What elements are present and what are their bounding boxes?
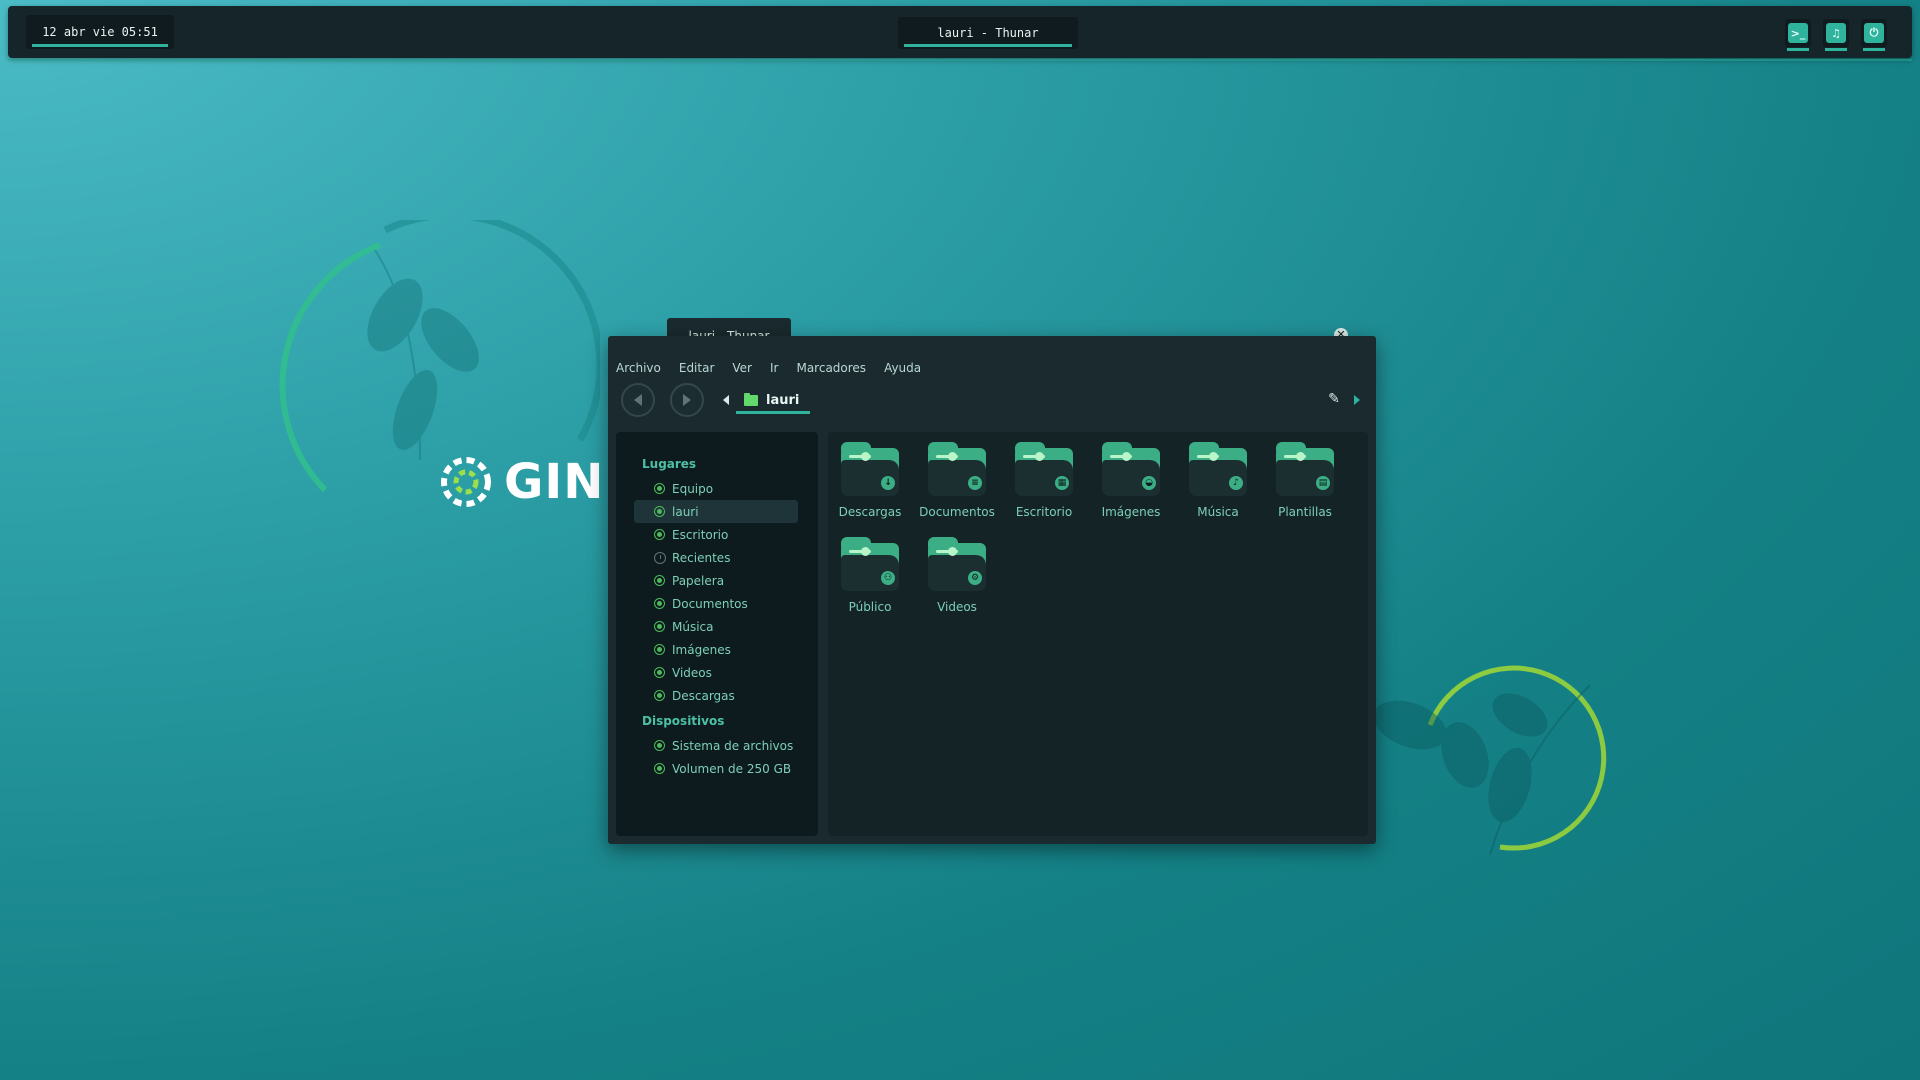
drive-icon bbox=[654, 740, 665, 751]
folder-label: Videos bbox=[937, 600, 977, 614]
trash-icon bbox=[654, 575, 665, 586]
sidebar-item-label: Documentos bbox=[672, 596, 748, 611]
sidebar-item-label: lauri bbox=[672, 504, 699, 519]
sidebar-item-equipo[interactable]: Equipo bbox=[616, 477, 818, 500]
path-scroll-left-icon[interactable] bbox=[723, 395, 729, 405]
clock-icon bbox=[654, 551, 666, 564]
folder-downloads-icon: ↓ bbox=[839, 442, 901, 496]
folder-item[interactable]: ◒ Imágenes bbox=[1091, 442, 1171, 519]
sidebar-item-descargas[interactable]: Descargas bbox=[616, 684, 818, 707]
sidebar-item-label: Recientes bbox=[672, 550, 731, 565]
menu-archivo[interactable]: Archivo bbox=[616, 358, 669, 378]
sidebar-item-label: Papelera bbox=[672, 573, 725, 588]
folder-public-icon: ⚇ bbox=[839, 537, 901, 591]
sidebar-item-filesystem[interactable]: Sistema de archivos bbox=[616, 734, 818, 757]
music-icon: ♫ bbox=[1826, 23, 1846, 43]
menu-ir[interactable]: Ir bbox=[760, 358, 786, 378]
drive-icon bbox=[654, 763, 665, 774]
top-panel: 12 abr vie 05:51 lauri - Thunar >_ ♫ ⏻ bbox=[8, 6, 1912, 61]
terminal-icon: >_ bbox=[1788, 23, 1808, 43]
power-icon: ⏻ bbox=[1864, 23, 1884, 43]
gin-logo: GIN bbox=[436, 452, 606, 512]
sidebar-item-volume[interactable]: Volumen de 250 GB bbox=[616, 757, 818, 780]
menu-editar[interactable]: Editar bbox=[669, 358, 723, 378]
sidebar-item-lauri[interactable]: lauri bbox=[634, 500, 798, 523]
file-view: ↓ Descargas ≡ Documentos ▦ Escritorio ◒ … bbox=[828, 432, 1368, 836]
folder-item[interactable]: ▤ Plantillas bbox=[1265, 442, 1345, 519]
folder-label: Música bbox=[1197, 505, 1239, 519]
sidebar-item-musica[interactable]: Música bbox=[616, 615, 818, 638]
folder-icon bbox=[744, 392, 758, 406]
arrow-right-icon bbox=[683, 394, 691, 406]
thunar-window: Archivo Editar Ver Ir Marcadores Ayuda l… bbox=[608, 336, 1376, 844]
sidebar-header-devices: Dispositivos bbox=[642, 714, 725, 728]
menu-marcadores[interactable]: Marcadores bbox=[786, 358, 874, 378]
folder-item[interactable]: ⚙ Videos bbox=[917, 537, 997, 614]
folder-item[interactable]: ▦ Escritorio bbox=[1004, 442, 1084, 519]
sidebar-item-recientes[interactable]: Recientes bbox=[616, 546, 818, 569]
sidebar-item-label: Equipo bbox=[672, 481, 714, 496]
folder-videos-icon: ⚙ bbox=[926, 537, 988, 591]
folder-desktop-icon: ▦ bbox=[1013, 442, 1075, 496]
music-icon bbox=[654, 621, 665, 632]
folder-label: Descargas bbox=[838, 505, 902, 519]
folder-documents-icon: ≡ bbox=[926, 442, 988, 496]
sidebar-header-places: Lugares bbox=[642, 457, 697, 471]
path-crumb-label: lauri bbox=[766, 392, 800, 408]
menu-ayuda[interactable]: Ayuda bbox=[874, 358, 929, 378]
panel-power-button[interactable]: ⏻ bbox=[1861, 19, 1887, 51]
folder-label: Plantillas bbox=[1278, 505, 1332, 519]
folder-item[interactable]: ⚇ Público bbox=[830, 537, 910, 614]
forward-button[interactable] bbox=[670, 383, 704, 417]
sidebar-item-label: Videos bbox=[672, 665, 712, 680]
desktop-icon bbox=[654, 529, 665, 540]
folder-templates-icon: ▤ bbox=[1274, 442, 1336, 496]
back-button[interactable] bbox=[621, 383, 655, 417]
folder-music-icon: ♪ bbox=[1187, 442, 1249, 496]
edit-location-icon[interactable]: ✎ bbox=[1324, 389, 1344, 409]
folder-label: Documentos bbox=[919, 505, 995, 519]
path-crumb-current[interactable]: lauri bbox=[736, 386, 810, 414]
folder-label: Público bbox=[848, 600, 892, 614]
sidebar: Lugares Equipo lauri Escritorio Reciente… bbox=[616, 432, 818, 836]
sidebar-item-papelera[interactable]: Papelera bbox=[616, 569, 818, 592]
folder-pictures-icon: ◒ bbox=[1100, 442, 1162, 496]
gin-emblem-icon bbox=[441, 457, 491, 507]
folder-item[interactable]: ≡ Documentos bbox=[917, 442, 997, 519]
sidebar-item-label: Volumen de 250 GB bbox=[672, 761, 792, 776]
videos-icon bbox=[654, 667, 665, 678]
panel-active-window[interactable]: lauri - Thunar bbox=[898, 17, 1078, 49]
sidebar-item-label: Música bbox=[672, 619, 714, 634]
folder-label: Escritorio bbox=[1015, 505, 1073, 519]
gin-logo-text: GIN bbox=[504, 454, 605, 510]
sidebar-item-label: Imágenes bbox=[672, 642, 731, 657]
sidebar-item-label: Descargas bbox=[672, 688, 735, 703]
folder-item[interactable]: ♪ Música bbox=[1178, 442, 1258, 519]
menubar: Archivo Editar Ver Ir Marcadores Ayuda bbox=[616, 358, 929, 378]
menu-ver[interactable]: Ver bbox=[722, 358, 760, 378]
sidebar-item-imagenes[interactable]: Imágenes bbox=[616, 638, 818, 661]
sidebar-item-videos[interactable]: Videos bbox=[616, 661, 818, 684]
panel-clock[interactable]: 12 abr vie 05:51 bbox=[26, 15, 174, 49]
home-icon bbox=[654, 506, 665, 517]
sidebar-item-escritorio[interactable]: Escritorio bbox=[616, 523, 818, 546]
sidebar-item-label: Sistema de archivos bbox=[672, 738, 794, 753]
path-scroll-right-icon[interactable] bbox=[1354, 395, 1360, 405]
panel-terminal-button[interactable]: >_ bbox=[1785, 19, 1811, 51]
sidebar-item-label: Escritorio bbox=[672, 527, 729, 542]
panel-music-button[interactable]: ♫ bbox=[1823, 19, 1849, 51]
folder-label: Imágenes bbox=[1101, 505, 1161, 519]
folder-item[interactable]: ↓ Descargas bbox=[830, 442, 910, 519]
downloads-icon bbox=[654, 690, 665, 701]
place-icon bbox=[654, 483, 665, 494]
documents-icon bbox=[654, 598, 665, 609]
wallpaper-arc-right bbox=[1373, 665, 1607, 856]
pictures-icon bbox=[654, 644, 665, 655]
arrow-left-icon bbox=[634, 394, 642, 406]
sidebar-item-documentos[interactable]: Documentos bbox=[616, 592, 818, 615]
